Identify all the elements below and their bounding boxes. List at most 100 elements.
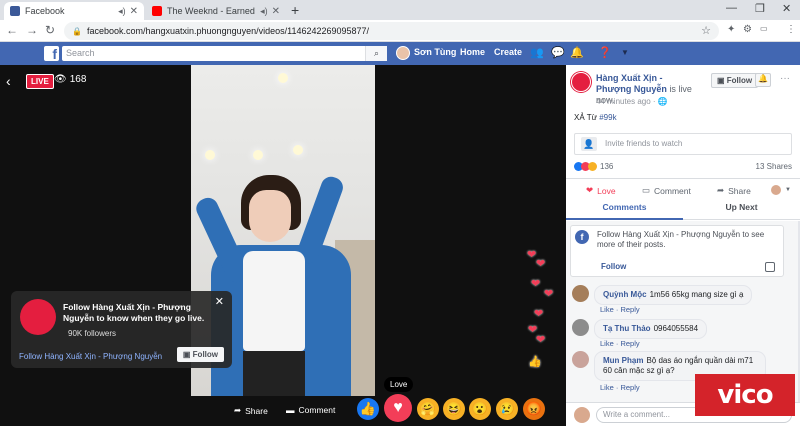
share-arrow-icon: ➦ [717, 185, 725, 195]
comment-actions: Like · Reply [600, 383, 640, 392]
post-action-row: ❤ Love ▭ Comment ➦ Share ▼ [566, 178, 800, 200]
comment-author[interactable]: Mun Phạm [603, 356, 643, 365]
close-window-icon[interactable]: ✕ [782, 2, 791, 15]
url-text: facebook.com/hangxuatxin.phuongnguyen/vi… [86, 26, 370, 36]
post-time-text: 44 minutes ago · [596, 97, 656, 106]
share-button[interactable]: ➦ Share [234, 405, 268, 416]
comment-like-link[interactable]: Like [600, 383, 614, 392]
search-icon[interactable]: ⌕ [365, 46, 387, 61]
page-follow-button[interactable]: ▣ Follow [711, 73, 759, 88]
follow-icon[interactable] [765, 262, 775, 272]
like-reaction-button[interactable]: 👍 [357, 398, 379, 420]
comment-author[interactable]: Tạ Thu Thảo [603, 324, 651, 333]
love-reaction-button[interactable]: ♥ [384, 394, 412, 422]
comment-reply-link[interactable]: Reply [620, 339, 639, 348]
page-avatar[interactable] [571, 72, 591, 92]
more-options-icon[interactable]: ··· [780, 73, 790, 84]
post-caption: XẢ Từ #99k [574, 113, 617, 122]
comment-like-link[interactable]: Like [600, 305, 614, 314]
notice-follow-link[interactable]: Follow [601, 262, 626, 271]
caption-hashtag[interactable]: #99k [599, 113, 616, 122]
comment-reply-link[interactable]: Reply [620, 305, 639, 314]
forward-icon[interactable]: → [26, 23, 38, 37]
youtube-favicon-icon [152, 6, 162, 16]
close-tab-icon[interactable]: ✕ [130, 6, 138, 17]
avatar[interactable] [572, 319, 589, 336]
share-action-button[interactable]: ➦ Share [717, 185, 751, 196]
url-input[interactable]: 🔒 facebook.com/hangxuatxin.phuongnguyen/… [64, 22, 719, 40]
comment-action-label: Comment [654, 185, 691, 196]
close-icon[interactable]: ✕ [215, 295, 224, 308]
speaker-icon[interactable]: ◂) [118, 6, 126, 17]
follow-icon: ▣ [182, 350, 193, 359]
new-tab-button[interactable]: + [291, 2, 299, 18]
live-video-player[interactable]: ‹ LIVE 👁 168 ❤ ❤ ❤ ❤ ❤ ❤ ❤ 👍 ✕ Follow Hà… [0, 65, 566, 426]
notifications-icon[interactable]: 🔔 [570, 46, 584, 59]
profile-link[interactable]: Sơn Tùng [414, 47, 456, 57]
invite-friends-button[interactable]: 👤 Invite friends to watch [574, 133, 792, 155]
follow-notice: f Follow Hàng Xuất Xịn - Phượng Nguyễn t… [570, 225, 784, 277]
menu-kebab-icon[interactable]: ⋮ [786, 24, 796, 35]
comment-author[interactable]: Quỳnh Mộc [603, 290, 647, 299]
back-icon[interactable]: ← [6, 23, 18, 37]
account-menu-icon[interactable]: ▼ [621, 48, 629, 57]
comment-bubble-icon: ▭ [642, 185, 651, 195]
facebook-logo-icon: f [575, 230, 589, 244]
browser-tab-bar: Facebook ◂) ✕ The Weeknd - Earned It (fr… [0, 0, 800, 20]
love-button[interactable]: ❤ Love [586, 185, 616, 196]
angry-reaction-button[interactable]: 😡 [523, 398, 545, 420]
reaction-summary[interactable]: 136 [574, 162, 613, 171]
avatar[interactable] [572, 351, 589, 368]
browser-tab-youtube[interactable]: The Weeknd - Earned It (from ◂) ✕ [146, 2, 286, 20]
extensions-icon[interactable]: ✦ [727, 24, 735, 35]
sad-reaction-button[interactable]: 😢 [496, 398, 518, 420]
browser-tab-facebook[interactable]: Facebook ◂) ✕ [4, 2, 144, 20]
maximize-icon[interactable]: ❐ [755, 2, 765, 15]
share-action-label: Share [728, 185, 751, 196]
tab-comments[interactable]: Comments [566, 200, 683, 220]
reload-icon[interactable]: ↻ [45, 23, 55, 37]
messenger-icon[interactable]: 💬 [551, 46, 565, 59]
facebook-favicon-icon [10, 6, 20, 16]
care-reaction-button[interactable]: 🤗 [417, 398, 439, 420]
share-count[interactable]: 13 Shares [756, 162, 792, 171]
page-name-link[interactable]: Hàng Xuất Xịn - Phượng Nguyễn [596, 73, 667, 94]
heart-reaction-icon: ❤ [544, 288, 554, 300]
tab-up-next[interactable]: Up Next [683, 200, 800, 220]
facebook-logo-icon[interactable]: f [44, 46, 59, 61]
close-tab-icon[interactable]: ✕ [272, 6, 280, 17]
friend-requests-icon[interactable]: 👥 [530, 46, 544, 59]
comment-button[interactable]: ▬ Comment [286, 405, 335, 415]
follow-button[interactable]: ▣ Follow [176, 347, 224, 362]
haha-reaction-button[interactable]: 😆 [443, 398, 465, 420]
share-arrow-icon: ➦ [234, 405, 242, 415]
create-link[interactable]: Create [494, 47, 522, 57]
wow-reaction-button[interactable]: 😮 [469, 398, 491, 420]
extension-badge-icon[interactable]: ▭ [760, 24, 768, 33]
page-logo [20, 299, 56, 335]
speaker-icon[interactable]: ◂) [260, 6, 268, 17]
ceiling-light [253, 150, 263, 160]
comment-reply-link[interactable]: Reply [620, 383, 639, 392]
bookmark-star-icon[interactable]: ☆ [701, 24, 711, 37]
settings-icon[interactable]: ⚙ [743, 24, 752, 35]
help-icon[interactable]: ❓ [598, 46, 612, 59]
comment-like-link[interactable]: Like [600, 339, 614, 348]
reaction-count: 136 [600, 162, 614, 171]
follow-page-link[interactable]: Follow Hàng Xuất Xịn - Phượng Nguyễn [19, 352, 162, 361]
post-timestamp[interactable]: 44 minutes ago · 🌐 [596, 97, 668, 106]
bell-icon[interactable]: 🔔 [755, 73, 771, 87]
ceiling-light [293, 145, 303, 155]
post-as-selector[interactable]: ▼ [771, 185, 791, 195]
follow-button-label: Follow [192, 350, 218, 359]
comment-actions: Like · Reply [600, 305, 640, 314]
search-input[interactable]: Search ⌕ [62, 46, 387, 61]
comment-action-button[interactable]: ▭ Comment [642, 185, 691, 196]
back-arrow-icon[interactable]: ‹ [6, 73, 11, 89]
avatar[interactable] [572, 285, 589, 302]
home-link[interactable]: Home [460, 47, 485, 57]
avatar[interactable] [396, 46, 410, 60]
add-friend-icon: 👤 [581, 137, 597, 151]
share-label: Share [245, 405, 268, 416]
minimize-icon[interactable]: — [726, 2, 737, 14]
